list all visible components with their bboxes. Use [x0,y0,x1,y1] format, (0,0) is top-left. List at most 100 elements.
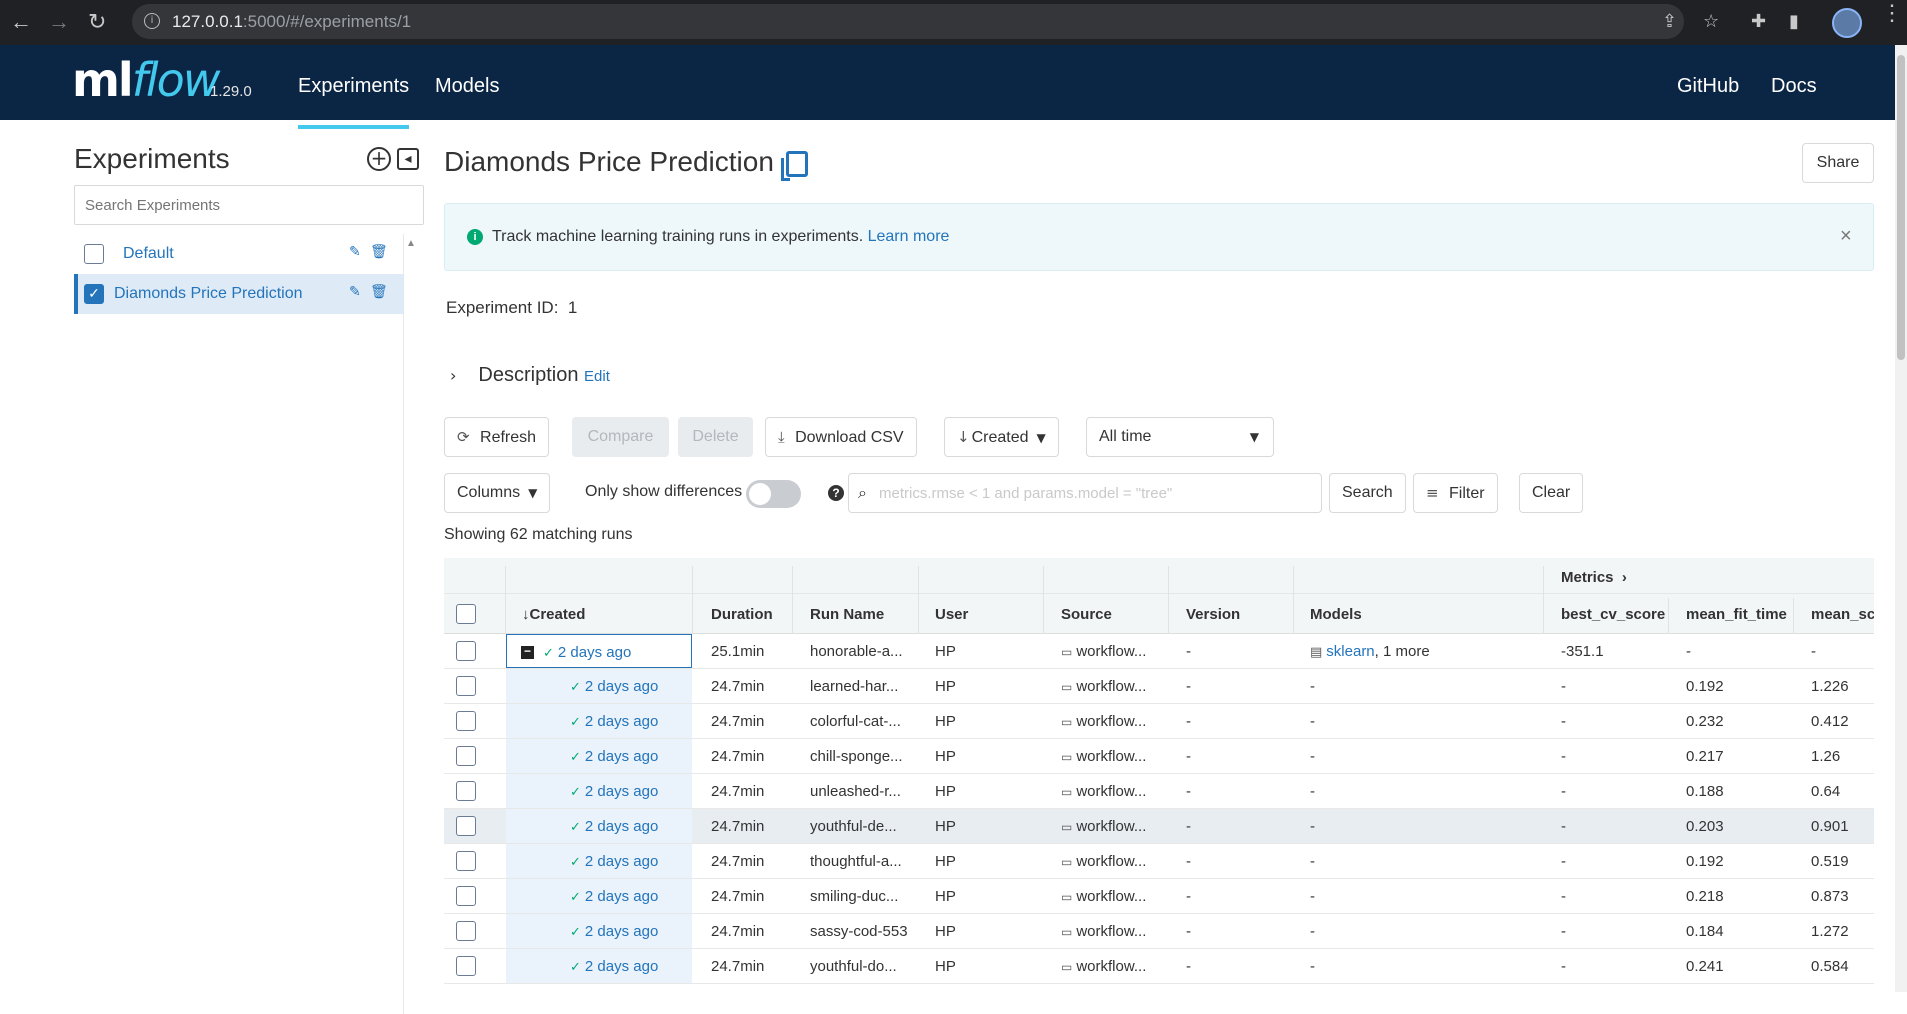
created-link[interactable]: ✓ 2 days ago [570,713,658,730]
edit-pencil-icon[interactable]: ✎ [349,244,361,260]
row-checkbox[interactable] [456,851,476,871]
refresh-button[interactable]: ⟳ Refresh [444,417,550,457]
row-checkbox[interactable] [456,641,476,661]
source-cell[interactable]: ▭ workflow... [1061,853,1146,870]
copy-icon[interactable] [781,151,808,181]
site-info-icon[interactable]: i [144,13,160,29]
filter-button[interactable]: ≡ Filter [1413,473,1498,513]
col-mean-fit-time[interactable]: mean_fit_time [1686,606,1787,623]
created-cell[interactable]: ✓ 2 days ago [506,704,692,738]
table-row[interactable]: ✓ 2 days ago 24.7min chill-sponge... HP ▭ work… [444,739,1874,774]
experiment-label[interactable]: Default [123,245,174,263]
page-scrollbar-thumb[interactable] [1897,55,1905,360]
url-text[interactable]: 127.0.0.1:5000/#/experiments/1 [172,12,411,32]
col-source[interactable]: Source [1061,606,1112,623]
created-link[interactable]: ✓ 2 days ago [570,958,658,975]
source-cell[interactable]: ▭ workflow... [1061,748,1146,765]
description-edit-link[interactable]: Edit [584,368,610,385]
search-button[interactable]: Search [1329,473,1406,513]
collapse-sidebar-icon[interactable]: ◂ [397,148,419,170]
close-icon[interactable]: × [1840,225,1852,248]
learn-more-link[interactable]: Learn more [868,228,950,245]
source-cell[interactable]: ▭ workflow... [1061,678,1146,695]
created-cell[interactable]: − ✓ 2 days ago [506,634,692,668]
experiment-label[interactable]: Diamonds Price Prediction [114,285,303,303]
source-cell[interactable]: ▭ workflow... [1061,958,1146,975]
created-link[interactable]: ✓ 2 days ago [543,644,631,661]
description-section[interactable]: › Description Edit [450,364,610,387]
delete-trash-icon[interactable]: 🗑 [370,284,388,300]
created-cell[interactable]: ✓ 2 days ago [506,844,692,878]
nav-models[interactable]: Models [435,75,499,98]
run-name-cell[interactable]: colorful-cat-... [810,713,901,730]
created-cell[interactable]: ✓ 2 days ago [506,949,692,983]
source-cell[interactable]: ▭ workflow... [1061,713,1146,730]
time-range-dropdown[interactable]: All time ▼ [1086,417,1274,457]
table-row[interactable]: ✓ 2 days ago 24.7min colorful-cat-... HP ▭ wor… [444,704,1874,739]
browser-menu-icon[interactable]: ⋮ [1881,2,1903,24]
sort-dropdown[interactable]: ↓ Created ▼ [944,417,1059,457]
created-cell[interactable]: ✓ 2 days ago [506,809,692,843]
created-link[interactable]: ✓ 2 days ago [570,783,658,800]
back-icon[interactable]: ← [10,10,32,34]
search-experiments-input[interactable] [74,185,424,225]
created-link[interactable]: ✓ 2 days ago [570,748,658,765]
only-differences-toggle[interactable] [746,480,801,508]
col-version[interactable]: Version [1186,606,1240,623]
created-cell[interactable]: ✓ 2 days ago [506,669,692,703]
run-name-cell[interactable]: learned-har... [810,678,898,695]
source-cell[interactable]: ▭ workflow... [1061,818,1146,835]
row-checkbox[interactable] [456,956,476,976]
run-name-cell[interactable]: youthful-do... [810,958,897,975]
experiment-item-diamonds[interactable]: ✓ Diamonds Price Prediction ✎ 🗑 [74,274,404,314]
table-row[interactable]: − ✓ 2 days ago 25.1min honorable-a... HP ▭ work… [444,634,1874,669]
source-cell[interactable]: ▭ workflow... [1061,643,1146,660]
source-cell[interactable]: ▭ workflow... [1061,923,1146,940]
forward-icon[interactable]: → [48,10,70,34]
reload-icon[interactable]: ↻ [88,10,106,34]
col-user[interactable]: User [935,606,968,623]
created-cell[interactable]: ✓ 2 days ago [506,774,692,808]
clear-button[interactable]: Clear [1519,473,1584,513]
experiment-checkbox[interactable] [84,244,104,264]
created-link[interactable]: ✓ 2 days ago [570,923,658,940]
model-link[interactable]: sklearn [1326,643,1374,660]
extensions-icon[interactable]: ✚ [1751,11,1766,32]
created-link[interactable]: ✓ 2 days ago [570,818,658,835]
nav-docs[interactable]: Docs [1771,75,1817,98]
runs-search-input[interactable]: ⌕ metrics.rmse < 1 and params.model = "t… [848,473,1322,513]
created-link[interactable]: ✓ 2 days ago [570,853,658,870]
table-row[interactable]: ✓ 2 days ago 24.7min learned-har... HP ▭ workf… [444,669,1874,704]
run-name-cell[interactable]: chill-sponge... [810,748,903,765]
col-mean-score[interactable]: mean_scc [1811,606,1874,623]
row-checkbox[interactable] [456,781,476,801]
help-icon[interactable]: ? [828,485,844,501]
run-name-cell[interactable]: honorable-a... [810,643,903,660]
page-scrollbar[interactable] [1895,45,1907,992]
table-row[interactable]: ✓ 2 days ago 24.7min youthful-do... HP ▭ workf… [444,949,1874,984]
created-cell[interactable]: ✓ 2 days ago [506,739,692,773]
metrics-group-header[interactable]: Metrics › [1561,569,1627,586]
edit-pencil-icon[interactable]: ✎ [349,284,361,300]
row-checkbox[interactable] [456,676,476,696]
side-panel-icon[interactable]: ▮ [1789,11,1799,32]
sidebar-scrollbar[interactable]: ▲ [404,234,418,1014]
created-link[interactable]: ✓ 2 days ago [570,678,658,695]
table-row[interactable]: ✓ 2 days ago 24.7min thoughtful-a... HP ▭ work… [444,844,1874,879]
table-row[interactable]: ✓ 2 days ago 24.7min sassy-cod-553 HP ▭ workfl… [444,914,1874,949]
row-checkbox[interactable] [456,711,476,731]
scroll-up-arrow-icon[interactable]: ▲ [406,238,416,249]
col-run-name[interactable]: Run Name [810,606,884,623]
run-name-cell[interactable]: smiling-duc... [810,888,898,905]
download-csv-button[interactable]: ⤓ Download CSV [765,417,917,457]
share-button[interactable]: Share [1802,143,1874,183]
columns-dropdown[interactable]: Columns ▼ [444,473,551,513]
table-row[interactable]: ✓ 2 days ago 24.7min unleashed-r... HP ▭ workf… [444,774,1874,809]
row-checkbox[interactable] [456,886,476,906]
run-name-cell[interactable]: unleashed-r... [810,783,901,800]
col-created[interactable]: ↓Created [522,606,585,623]
created-link[interactable]: ✓ 2 days ago [570,888,658,905]
col-duration[interactable]: Duration [711,606,773,623]
table-row[interactable]: ✓ 2 days ago 24.7min youthful-de... HP ▭ workf… [444,809,1874,844]
experiment-checkbox[interactable]: ✓ [84,284,104,304]
